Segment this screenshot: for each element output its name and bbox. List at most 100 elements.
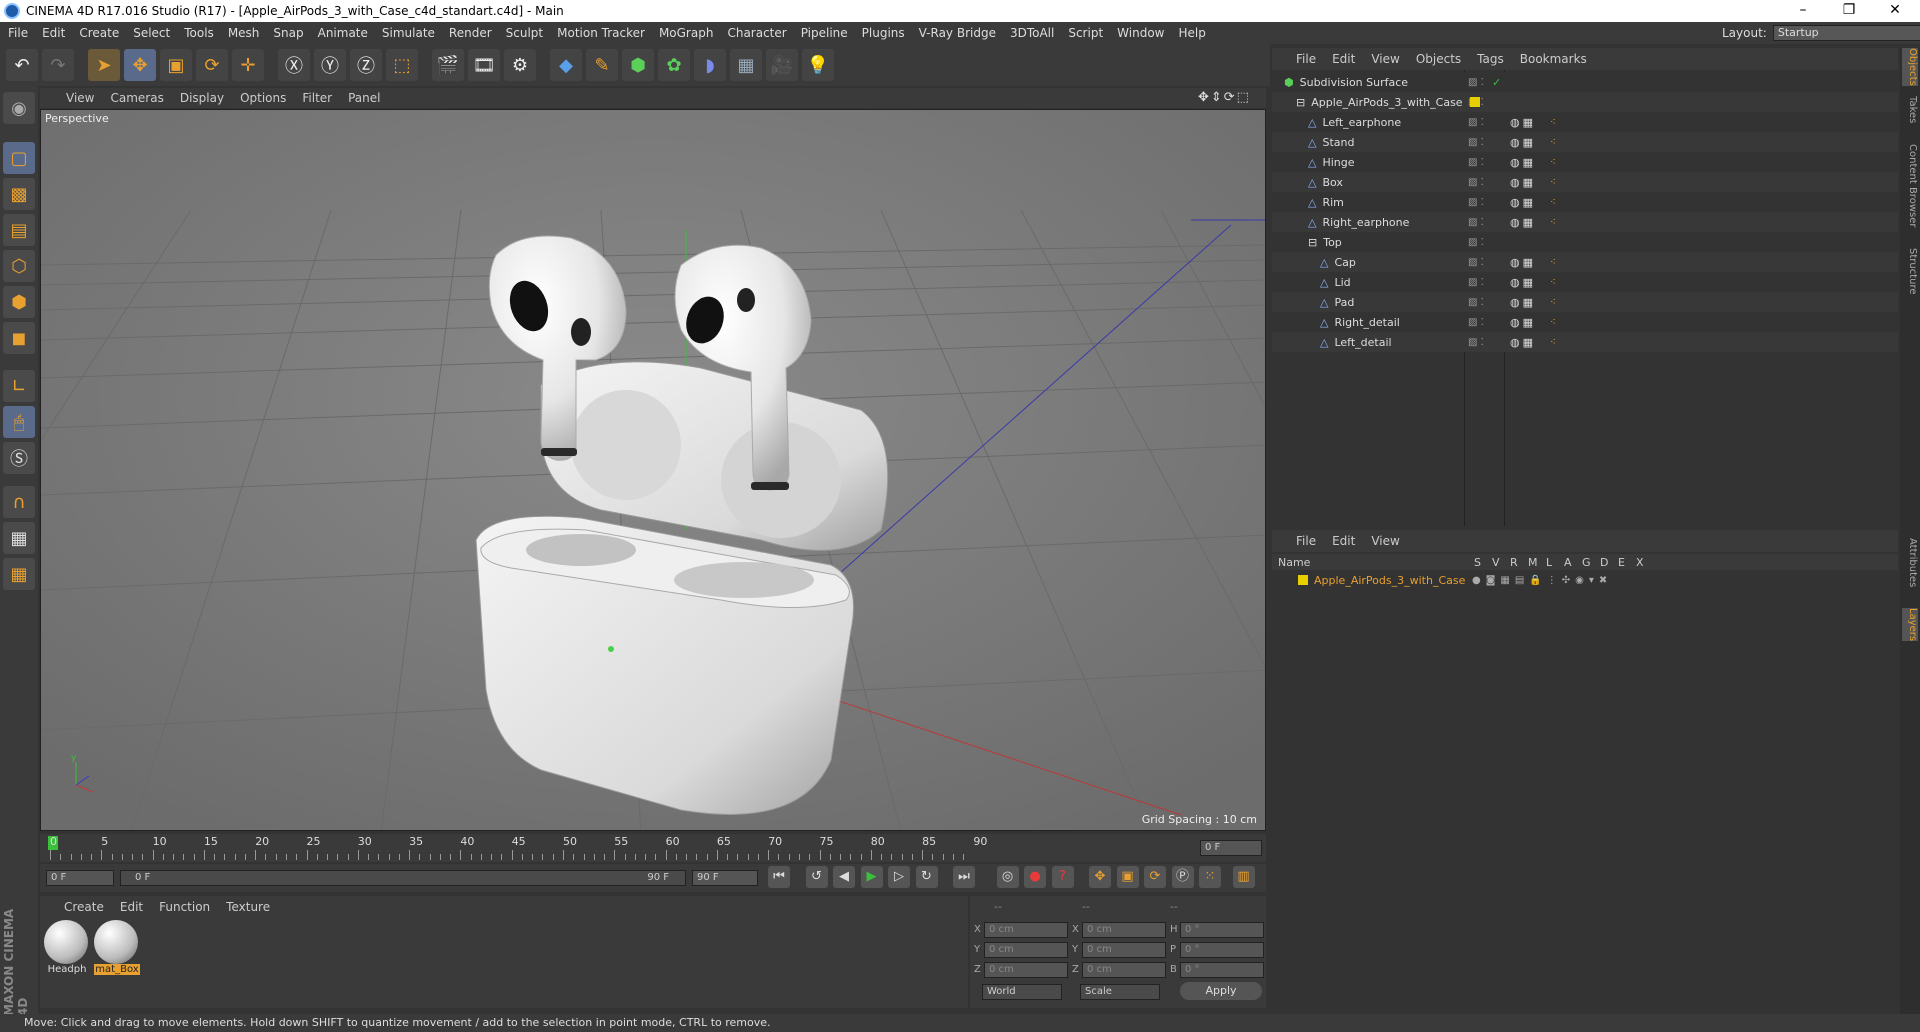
enabled-check-icon[interactable]: ✓ — [1492, 76, 1501, 89]
material-tags[interactable]: ◍▦ — [1510, 116, 1536, 129]
layer-column-header[interactable]: A — [1564, 556, 1572, 569]
menu-plugins[interactable]: Plugins — [862, 26, 905, 40]
visibility-toggle[interactable]: ▨ ⁚ — [1468, 217, 1484, 228]
menu-select[interactable]: Select — [133, 26, 170, 40]
object-name[interactable]: Rim — [1322, 196, 1343, 209]
layer-color-swatch[interactable] — [1298, 575, 1308, 585]
visibility-toggle[interactable]: ▨ ⁚ — [1468, 277, 1484, 288]
menu-sculpt[interactable]: Sculpt — [506, 26, 543, 40]
close-icon[interactable]: ✕ — [1872, 0, 1918, 22]
layer-row[interactable]: Apple_AirPods_3_with_Case ●◙▦▤🔒⋮✣◉▾✖ — [1272, 572, 1898, 588]
next-key-icon[interactable]: ↻ — [915, 866, 938, 888]
visibility-toggle[interactable]: ▨ ⁚ — [1468, 177, 1484, 188]
coord-value-field[interactable]: 0 cm — [984, 922, 1068, 938]
layer-column-header[interactable]: R — [1510, 556, 1518, 569]
rotate-tool-icon[interactable]: ⟳ — [196, 49, 228, 81]
menu-mesh[interactable]: Mesh — [228, 26, 260, 40]
model-mode-icon[interactable]: ▢ — [3, 142, 35, 174]
texture-tag-icon[interactable]: ⁖ — [1550, 197, 1556, 208]
viewport-menu-display[interactable]: Display — [180, 91, 224, 105]
visibility-toggle[interactable]: ▨ ⁚ — [1468, 77, 1484, 88]
visibility-toggle[interactable]: ▨ ⁚ — [1468, 137, 1484, 148]
workplane-icon[interactable]: ▤ — [3, 214, 35, 246]
key-rotation-icon[interactable]: ⟳ — [1144, 866, 1166, 888]
side-tab-layers[interactable]: Layers — [1902, 608, 1918, 642]
subdivision-icon[interactable]: ⬢ — [622, 49, 654, 81]
texture-tag-icon[interactable]: ⁖ — [1550, 217, 1556, 228]
key-scale-icon[interactable]: ▣ — [1116, 866, 1139, 888]
menu-animate[interactable]: Animate — [318, 26, 368, 40]
side-tab-content-browser[interactable]: Content Browser — [1902, 144, 1918, 227]
object-row[interactable]: △ Right_earphone ▨ ⁚ ◍▦ ⁖ — [1272, 212, 1898, 232]
make-editable-icon[interactable]: ◉ — [3, 92, 35, 124]
next-frame-icon[interactable]: ▷ — [888, 866, 910, 888]
texture-mode-icon[interactable]: ▩ — [3, 178, 35, 210]
object-name[interactable]: Stand — [1322, 136, 1354, 149]
object-row[interactable]: △ Hinge ▨ ⁚ ◍▦ ⁖ — [1272, 152, 1898, 172]
menu-file[interactable]: File — [8, 26, 28, 40]
menu-character[interactable]: Character — [727, 26, 786, 40]
layer-menu-view[interactable]: View — [1371, 534, 1399, 548]
menu-snap[interactable]: Snap — [273, 26, 303, 40]
edges-mode-icon[interactable]: ⬢ — [3, 286, 35, 318]
locked-workplane-icon[interactable]: ▦ — [3, 522, 35, 554]
floor-icon[interactable]: ▦ — [730, 49, 762, 81]
coord-value-field[interactable]: 0 ° — [1180, 942, 1264, 958]
menu-help[interactable]: Help — [1178, 26, 1205, 40]
undo-icon[interactable]: ↶ — [6, 49, 38, 81]
menu-pipeline[interactable]: Pipeline — [801, 26, 848, 40]
menu-script[interactable]: Script — [1068, 26, 1103, 40]
prev-key-icon[interactable]: ↺ — [805, 866, 828, 888]
object-menu-objects[interactable]: Objects — [1416, 52, 1461, 66]
object-row[interactable]: △ Left_earphone ▨ ⁚ ◍▦ ⁖ — [1272, 112, 1898, 132]
material-tags[interactable]: ◍▦ — [1510, 296, 1536, 309]
object-name[interactable]: Pad — [1334, 296, 1354, 309]
magnet-icon[interactable]: ∩ — [3, 486, 35, 518]
object-row[interactable]: ⬢ Subdivision Surface ▨ ⁚ ✓ — [1272, 72, 1898, 92]
visibility-toggle[interactable]: ▨ ⁚ — [1468, 237, 1484, 248]
object-row[interactable]: ⊟Apple_AirPods_3_with_Case▨ ⁚ — [1272, 92, 1898, 112]
minimize-icon[interactable]: – — [1780, 0, 1826, 22]
material-tags[interactable]: ◍▦ — [1510, 336, 1536, 349]
side-tab-objects[interactable]: Objects — [1902, 48, 1918, 86]
object-name[interactable]: Left_detail — [1334, 336, 1391, 349]
scale-dropdown[interactable]: Scale — [1080, 984, 1160, 1000]
coord-value-field[interactable]: 0 cm — [984, 962, 1068, 978]
material-menu-create[interactable]: Create — [64, 900, 104, 914]
side-tab-takes[interactable]: Takes — [1902, 96, 1918, 123]
record-icon[interactable]: ● — [1024, 866, 1046, 888]
layer-flags[interactable]: ●◙▦▤🔒⋮✣◉▾✖ — [1472, 575, 1612, 586]
move-tool-icon[interactable]: ✥ — [124, 49, 156, 81]
autokey-icon[interactable]: ? — [1051, 866, 1074, 888]
visibility-toggle[interactable]: ▨ ⁚ — [1468, 117, 1484, 128]
frame-range-slider[interactable]: 0 F 90 F — [120, 870, 686, 886]
menu-3dtoall[interactable]: 3DToAll — [1010, 26, 1054, 40]
layer-column-header[interactable]: L — [1546, 556, 1552, 569]
play-icon[interactable]: ▶ — [860, 866, 883, 888]
object-name[interactable]: Top — [1323, 236, 1342, 249]
layer-color-swatch[interactable] — [1470, 97, 1480, 107]
layer-name[interactable]: Apple_AirPods_3_with_Case — [1314, 574, 1465, 587]
layer-column-header[interactable]: S — [1474, 556, 1481, 569]
layout-dropdown[interactable]: Startup — [1772, 25, 1920, 41]
material-tags[interactable]: ◍▦ — [1510, 196, 1536, 209]
object-menu-bookmarks[interactable]: Bookmarks — [1520, 52, 1587, 66]
axis-mode-icon[interactable]: ∟ — [3, 370, 35, 402]
menu-edit[interactable]: Edit — [42, 26, 65, 40]
x-axis-icon[interactable]: Ⓧ — [278, 49, 310, 81]
snap-icon[interactable]: Ⓢ — [3, 442, 35, 474]
object-name[interactable]: Hinge — [1322, 156, 1354, 169]
texture-tag-icon[interactable]: ⁖ — [1550, 157, 1556, 168]
planar-workplane-icon[interactable]: ▦ — [3, 558, 35, 590]
object-menu-edit[interactable]: Edit — [1332, 52, 1355, 66]
render-picture-viewer-icon[interactable]: 🎞 — [468, 49, 500, 81]
layout-selector[interactable]: Layout: Startup — [1722, 25, 1920, 41]
points-mode-icon[interactable]: ⬡ — [3, 250, 35, 282]
polygons-mode-icon[interactable]: ◼ — [3, 322, 35, 354]
object-menu-tags[interactable]: Tags — [1477, 52, 1504, 66]
cube-icon[interactable]: ◆ — [550, 49, 582, 81]
material-swatch[interactable]: Headph — [44, 920, 90, 975]
render-settings-icon[interactable]: ⚙ — [504, 49, 536, 81]
key-position-icon[interactable]: ✥ — [1089, 866, 1111, 888]
object-name[interactable]: Right_earphone — [1322, 216, 1409, 229]
